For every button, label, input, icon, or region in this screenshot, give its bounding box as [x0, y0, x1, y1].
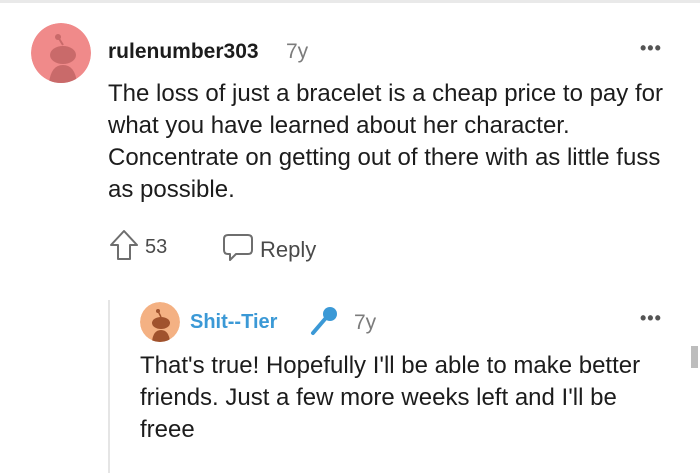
avatar[interactable]	[31, 23, 91, 83]
reply-button[interactable]: Reply	[222, 232, 316, 267]
timestamp[interactable]: 7y	[286, 40, 308, 64]
upvote-arrow-icon[interactable]	[109, 229, 139, 266]
scrollbar-thumb[interactable]	[691, 346, 698, 368]
more-options-icon[interactable]: •••	[640, 38, 662, 59]
thread-line[interactable]	[108, 300, 110, 473]
top-divider	[0, 0, 700, 3]
speech-bubble-icon	[222, 232, 254, 267]
avatar[interactable]	[140, 302, 180, 342]
more-options-icon[interactable]: •••	[640, 308, 662, 329]
timestamp[interactable]: 7y	[354, 311, 376, 335]
microphone-icon	[305, 303, 341, 344]
upvote-button[interactable]: 53	[109, 229, 168, 266]
username[interactable]: Shit--Tier	[190, 311, 277, 334]
comment-body: The loss of just a bracelet is a cheap p…	[108, 80, 663, 203]
comment-body: That's true! Hopefully I'll be able to m…	[140, 352, 641, 443]
vote-count: 53	[145, 235, 168, 258]
reply-label: Reply	[260, 236, 317, 262]
username[interactable]: rulenumber303	[108, 40, 259, 64]
